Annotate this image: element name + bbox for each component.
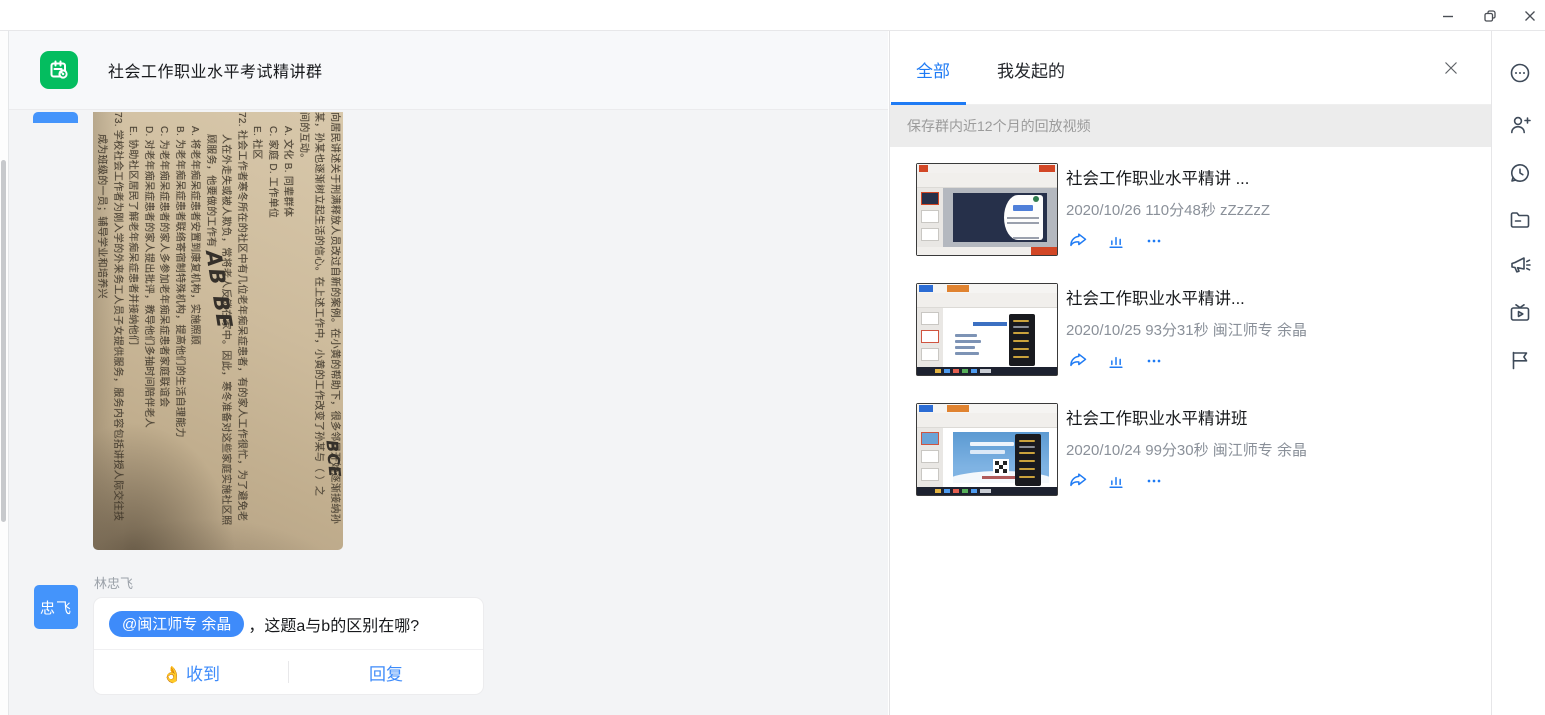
video-list-item: 社会工作职业水平精讲班 2020/10/24 99分30秒 闽江师专 余晶	[916, 403, 1476, 496]
ack-button[interactable]: 👌收到	[94, 660, 288, 685]
chat-history-icon[interactable]	[1508, 161, 1532, 185]
video-thumbnail[interactable]	[916, 283, 1058, 376]
exam-line: 某，孙某也逐渐树立起生活的信心。在上述工作中，小黄的工作改变了孙某与（ ）之	[311, 112, 327, 550]
chat-body: 向居民讲述关于刑满释放人员改过自新的案例。在小黄的帮助下，很多邻居开始逐渐接纳孙…	[9, 110, 888, 715]
reply-button[interactable]: 回复	[289, 660, 483, 685]
photo-message[interactable]: 向居民讲述关于刑满释放人员改过自新的案例。在小黄的帮助下，很多邻居开始逐渐接纳孙…	[93, 112, 343, 550]
exam-line: D. 对老年痴呆症患者的家人提出批评，教导他们多抽时间陪伴老人	[141, 112, 157, 550]
exam-line: C. 家庭 D. 工作单位	[265, 112, 281, 550]
more-icon[interactable]	[1142, 229, 1166, 253]
tab-all[interactable]: 全部	[916, 57, 950, 82]
exam-line: E. 协助社区居民了解老年痴呆症患者并接纳他们	[125, 112, 141, 550]
exam-line: 人在外走失或被人欺负，常将老人反锁在家中。因此，寒冬准备对这些家庭实施社区照	[218, 112, 234, 550]
exam-line: 72. 社会工作者寒冬所在的社区中有几位老年痴呆症患者，有的家人工作很忙，为了避…	[234, 112, 250, 550]
flag-icon[interactable]	[1508, 348, 1532, 372]
video-thumbnail[interactable]	[916, 403, 1058, 496]
right-sidebar	[1491, 31, 1545, 715]
more-icon[interactable]	[1142, 469, 1166, 493]
video-title[interactable]: 社会工作职业水平精讲班	[1066, 405, 1248, 429]
stats-icon[interactable]	[1104, 469, 1128, 493]
avatar[interactable]: 忠飞	[34, 585, 78, 629]
share-icon[interactable]	[1066, 229, 1090, 253]
ok-hand-icon: 👌	[162, 667, 182, 684]
handwritten-answer: BCE	[322, 439, 343, 478]
message-bubble: @闽江师专 余晶 ，这题a与b的区别在哪? 👌收到 回复	[93, 597, 484, 695]
exam-line: 成为班级的一员；辅导学业和培养兴	[94, 112, 110, 550]
title-bar	[0, 0, 1545, 31]
stats-icon[interactable]	[1104, 229, 1128, 253]
exam-line: A. 将老年痴呆症患者安置到康复机构，实施照顾	[187, 112, 203, 550]
mention-pill[interactable]: @闽江师专 余晶	[109, 611, 244, 637]
more-circle-icon[interactable]	[1508, 61, 1532, 85]
video-list-item: 社会工作职业水平精讲... 2020/10/25 93分31秒 闽江师专 余晶	[916, 283, 1476, 376]
exam-line: E. 社区	[249, 112, 265, 550]
add-member-icon[interactable]	[1508, 113, 1532, 137]
share-icon[interactable]	[1066, 469, 1090, 493]
exam-line: B. 为老年痴呆症患者联络寄宿制特殊机构，提高他们的生活自理能力	[172, 112, 188, 550]
exam-line: C. 为老年痴呆症患者的家人多参加老年痴呆症患者家庭联谊会	[156, 112, 172, 550]
video-title[interactable]: 社会工作职业水平精讲...	[1066, 285, 1245, 309]
more-icon[interactable]	[1142, 349, 1166, 373]
exam-line: 间的互动。	[296, 112, 312, 550]
exam-line: 向居民讲述关于刑满释放人员改过自新的案例。在小黄的帮助下，很多邻居开始逐渐接纳孙	[327, 112, 343, 550]
exam-line: 73. 学校社会工作者为刚入学的外来务工人员子女提供服务，服务内容包括讲授人际交…	[110, 112, 126, 550]
message-text: ，这题a与b的区别在哪?	[248, 612, 419, 636]
video-meta: 2020/10/25 93分31秒 闽江师专 余晶	[1066, 319, 1307, 340]
exam-line: A. 文化 B. 同辈群体	[280, 112, 296, 550]
left-scrollbar[interactable]	[1, 160, 6, 522]
message-actions: 👌收到 回复	[94, 649, 483, 694]
video-meta: 2020/10/26 110分48秒 zZzZzZ	[1066, 199, 1270, 220]
video-list-item: 社会工作职业水平精讲 ... 2020/10/26 110分48秒 zZzZzZ	[916, 163, 1476, 256]
panel-close-icon[interactable]	[1438, 55, 1464, 81]
share-icon[interactable]	[1066, 349, 1090, 373]
message-text-row: @闽江师专 余晶 ，这题a与b的区别在哪?	[94, 598, 483, 649]
minimize-icon[interactable]	[1435, 3, 1461, 29]
tab-mine[interactable]: 我发起的	[997, 57, 1065, 82]
playback-panel: 全部 我发起的 保存群内近12个月的回放视频	[889, 31, 1491, 715]
video-playback-icon[interactable]	[1508, 301, 1532, 325]
video-meta: 2020/10/24 99分30秒 闽江师专 余晶	[1066, 439, 1307, 460]
left-edge-strip	[0, 31, 9, 715]
avatar-partial	[33, 112, 78, 123]
photo-rotated-text: 向居民讲述关于刑满释放人员改过自新的案例。在小黄的帮助下，很多邻居开始逐渐接纳孙…	[93, 112, 343, 550]
chat-header: 社会工作职业水平考试精讲群	[9, 31, 888, 110]
chat-group-title: 社会工作职业水平考试精讲群	[108, 58, 323, 82]
sender-name: 林忠飞	[94, 573, 133, 592]
app-window: 社会工作职业水平考试精讲群 向居民讲述关于刑满释放人员改过自新的案例。在小黄的帮…	[0, 0, 1545, 715]
close-icon[interactable]	[1517, 3, 1543, 29]
announcement-icon[interactable]	[1508, 253, 1532, 277]
group-calendar-icon	[40, 51, 78, 89]
video-title[interactable]: 社会工作职业水平精讲 ...	[1066, 165, 1249, 189]
folder-icon[interactable]	[1508, 208, 1532, 232]
panel-tabs: 全部 我发起的	[890, 31, 1492, 105]
video-thumbnail[interactable]	[916, 163, 1058, 256]
retention-notice: 保存群内近12个月的回放视频	[890, 105, 1492, 147]
restore-icon[interactable]	[1477, 3, 1503, 29]
stats-icon[interactable]	[1104, 349, 1128, 373]
